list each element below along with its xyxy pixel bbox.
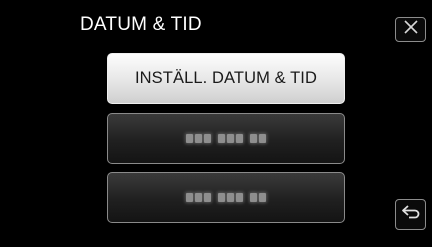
menu-item-label: INSTÄLL. DATUM & TID	[134, 69, 317, 87]
back-return-icon	[400, 202, 422, 227]
close-button[interactable]	[395, 17, 426, 42]
page-title: DATUM & TID	[80, 14, 202, 35]
screen: DATUM & TID INSTÄLL. DATUM & TID	[0, 0, 432, 247]
obscured-label	[186, 193, 266, 202]
close-icon	[402, 19, 420, 40]
menu-item-set-date-time[interactable]: INSTÄLL. DATUM & TID	[107, 53, 345, 104]
menu-item-obscured-1[interactable]	[107, 113, 345, 164]
back-button[interactable]	[395, 199, 426, 230]
obscured-label	[186, 134, 266, 143]
menu-item-obscured-2[interactable]	[107, 172, 345, 223]
